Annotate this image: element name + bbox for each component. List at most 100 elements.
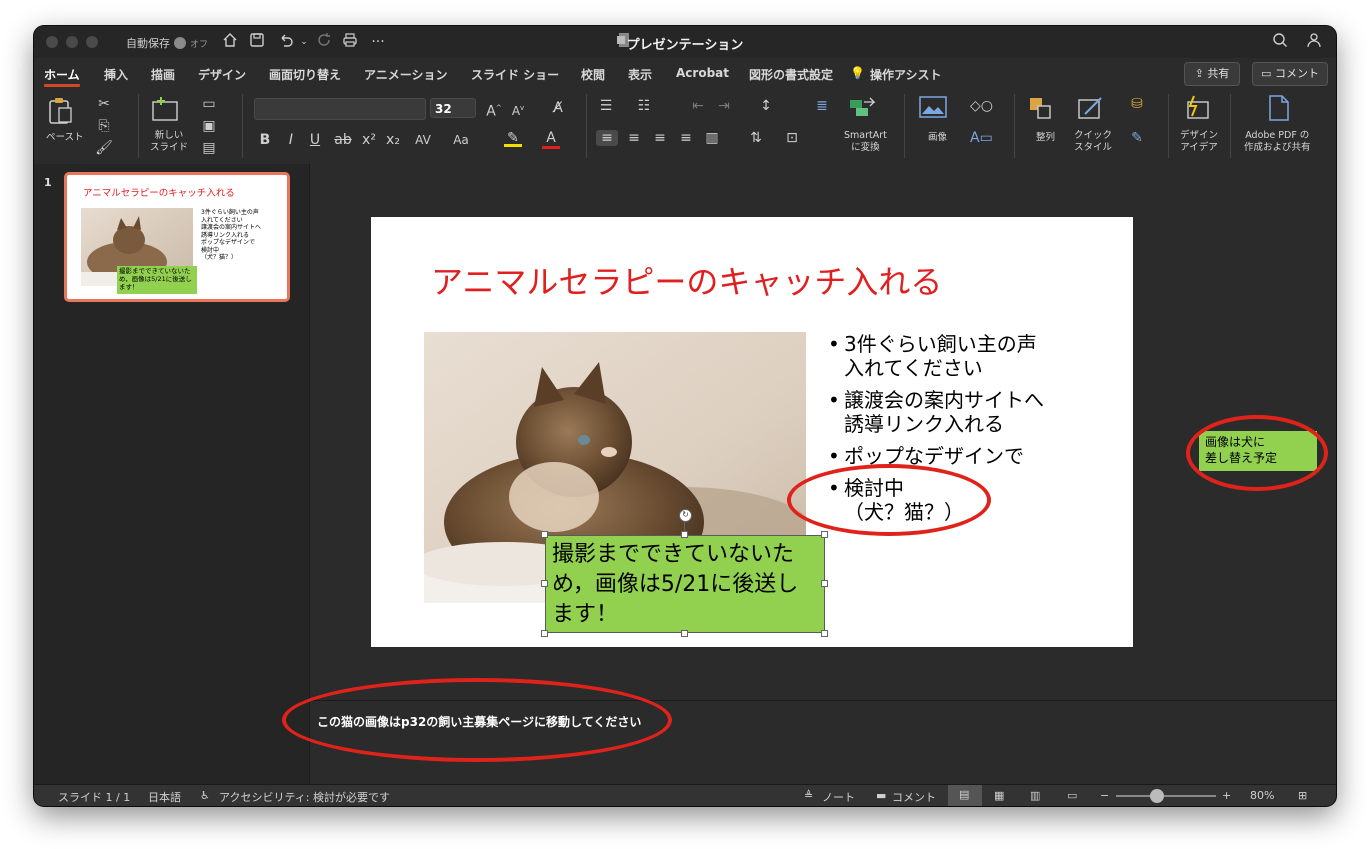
notes-toggle-button[interactable]: ノート [822,789,855,805]
bullets-icon[interactable]: ☰ [596,98,616,114]
columns-icon[interactable]: ≣ [812,98,832,114]
format-painter-icon[interactable]: 🖌 [94,140,114,156]
tab-draw[interactable]: 描画 [151,66,175,83]
fit-to-window-icon[interactable]: ⊞ [1298,789,1307,802]
tab-transitions[interactable]: 画面切り替え [269,66,341,83]
strikethrough-icon[interactable]: ab [334,132,352,148]
smartart-icon[interactable] [846,96,880,124]
ribbon-separator [1230,94,1231,158]
tab-animations[interactable]: アニメーション [364,66,448,83]
design-ideas-icon[interactable] [1182,94,1214,126]
paste-label: ペースト [46,132,84,143]
resize-handle[interactable] [681,531,688,538]
quick-style-icon[interactable] [1076,96,1106,126]
rotate-handle-icon[interactable]: ↻ [679,509,692,522]
comments-toggle-button[interactable]: コメント [892,789,936,805]
image-icon[interactable] [918,96,948,122]
distributed-icon[interactable]: ▥ [702,130,722,146]
decrease-font-icon[interactable]: Av [510,100,526,119]
adobe-pdf-icon[interactable] [1264,94,1294,126]
current-slide[interactable]: アニマルセラピーのキャッチ入れる • 3件ぐらい飼い主の声 入れてください • … [371,217,1133,647]
search-icon[interactable] [1270,32,1290,52]
increase-indent-icon[interactable]: ⇥ [714,98,734,114]
align-text-icon[interactable]: ⊡ [782,130,802,146]
font-color-icon[interactable]: A [542,130,560,149]
zoom-in-icon[interactable]: + [1222,789,1231,802]
smartart-label: SmartArt に変換 [844,130,887,153]
resize-handle[interactable] [821,531,828,538]
underline-icon[interactable]: U [308,132,322,148]
layout-icon[interactable]: ▭ [200,96,218,112]
tab-home[interactable]: ホーム [44,66,80,83]
align-center-icon[interactable]: ≡ [624,130,644,146]
reset-icon[interactable]: ▣ [200,118,218,134]
tab-insert[interactable]: 挿入 [104,66,128,83]
resize-handle[interactable] [541,531,548,538]
clear-format-icon[interactable]: A̸ [550,100,566,116]
new-slide-icon[interactable] [150,96,182,126]
zoom-level[interactable]: 80% [1250,789,1274,802]
resize-handle[interactable] [681,630,688,637]
text-direction-icon[interactable]: ⇅ [746,130,766,146]
tab-shape-format[interactable]: 図形の書式設定 [749,66,833,83]
notes-icon: ≜ [804,789,814,802]
tab-slideshow[interactable]: スライド ショー [471,66,559,83]
superscript-icon[interactable]: x² [362,132,376,148]
highlight-icon[interactable]: ✎ [504,130,522,147]
change-case-icon[interactable]: Aa [450,132,472,148]
selected-green-textbox[interactable]: 撮影までできていないため，画像は5/21に後送します！ [545,535,825,633]
cut-icon[interactable]: ✂ [94,96,114,112]
account-icon[interactable] [1304,32,1324,52]
font-name-select[interactable] [254,98,426,120]
italic-icon[interactable]: I [284,132,298,148]
zoom-slider-thumb[interactable] [1150,789,1164,803]
slide-bullet-list[interactable]: 3件ぐらい飼い主の声 入れてください 譲渡会の案内サイトへ 誘導リンク入れる ポ… [826,332,1116,532]
slide-thumbnail[interactable]: アニマルセラピーのキャッチ入れる 3件ぐらい飼い主の声 入れてください 譲渡会の… [64,172,290,302]
increase-font-icon[interactable]: A^ [486,100,502,120]
reading-view-icon[interactable]: ▥ [1030,789,1040,802]
section-icon[interactable]: ▤ [200,140,218,156]
comments-button[interactable]: ▭ コメント [1252,62,1328,86]
shapes-icon[interactable]: ◇○ [970,98,993,114]
font-size-select[interactable]: 32 [430,98,476,118]
tab-review[interactable]: 校閲 [581,66,605,83]
slide-title[interactable]: アニマルセラピーのキャッチ入れる [431,257,942,303]
zoom-out-icon[interactable]: − [1100,789,1109,802]
resize-handle[interactable] [541,580,548,587]
zoom-slider-track[interactable] [1116,795,1216,797]
align-left-icon[interactable]: ≡ [596,130,618,146]
notes-pane[interactable]: この猫の画像はp32の飼い主募集ページに移動してください [310,700,1336,785]
bold-icon[interactable]: B [258,132,272,148]
slide-editing-canvas[interactable]: アニマルセラピーのキャッチ入れる • 3件ぐらい飼い主の声 入れてください • … [310,164,1336,700]
resize-handle[interactable] [821,580,828,587]
copy-icon[interactable]: ⎘ [94,118,114,134]
subscript-icon[interactable]: x₂ [386,132,400,148]
justify-icon[interactable]: ≡ [676,130,696,146]
language-indicator[interactable]: 日本語 [148,789,181,805]
arrange-icon[interactable] [1026,96,1056,126]
numbering-icon[interactable]: ☷ [634,98,654,114]
slideshow-icon[interactable]: ▭ [1067,789,1077,802]
tab-design[interactable]: デザイン [198,66,246,83]
shape-fill-icon[interactable]: ⛁ [1128,96,1146,112]
normal-view-icon: ▤ [959,788,970,801]
tab-tell-me[interactable]: 操作アシスト [870,66,942,83]
align-right-icon[interactable]: ≡ [650,130,670,146]
textbox-icon[interactable]: A▭ [970,130,993,146]
share-button[interactable]: ⇪ 共有 [1184,62,1240,86]
line-spacing-icon[interactable]: ↕ [756,98,776,114]
accessibility-status[interactable]: アクセシビリティ: 検討が必要です [219,789,390,805]
speaker-notes-text[interactable]: この猫の画像はp32の飼い主募集ページに移動してください [317,713,641,730]
resize-handle[interactable] [541,630,548,637]
normal-view-button[interactable]: ▤ [948,785,982,806]
off-slide-green-note[interactable]: 画像は犬に 差し替え予定 [1199,431,1317,471]
resize-handle[interactable] [821,630,828,637]
tab-acrobat[interactable]: Acrobat [676,66,729,80]
thumbnail-number: 1 [44,176,52,189]
shape-outline-icon[interactable]: ✎ [1128,130,1146,146]
paste-icon[interactable] [46,96,76,130]
decrease-indent-icon[interactable]: ⇤ [688,98,708,114]
tab-view[interactable]: 表示 [628,66,652,83]
slide-sorter-icon[interactable]: ▦ [994,789,1004,802]
character-spacing-icon[interactable]: AV [412,132,434,148]
